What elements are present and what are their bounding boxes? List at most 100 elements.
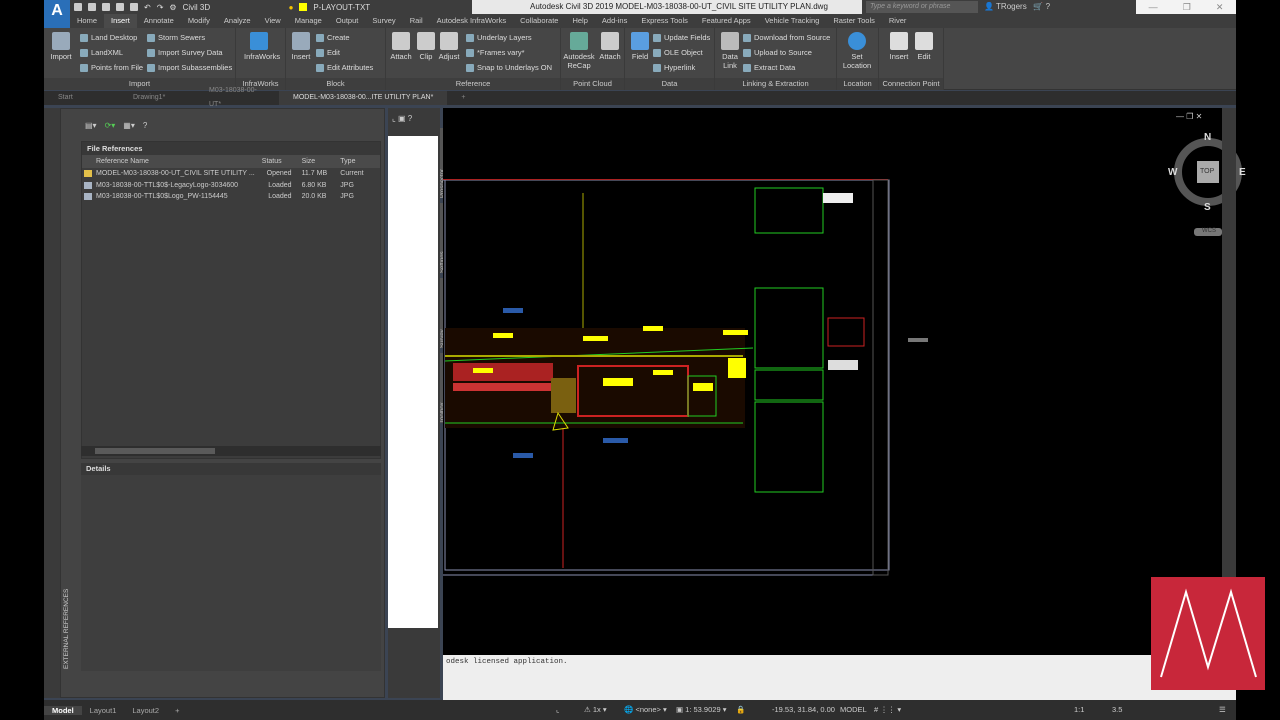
lock-icon[interactable]: 🔒 bbox=[736, 703, 745, 717]
tab-collaborate[interactable]: Collaborate bbox=[513, 14, 565, 28]
palette-titlebar[interactable] bbox=[44, 108, 60, 698]
ole-object-button[interactable]: OLE Object bbox=[653, 48, 703, 57]
tab-add-ins[interactable]: Add-ins bbox=[595, 14, 634, 28]
tab-output[interactable]: Output bbox=[329, 14, 366, 28]
compass-west[interactable]: W bbox=[1168, 167, 1177, 178]
tab-help[interactable]: Help bbox=[565, 14, 594, 28]
underlay-layers-button[interactable]: Underlay Layers bbox=[466, 33, 532, 42]
compass-south[interactable]: S bbox=[1204, 202, 1211, 213]
compass-east[interactable]: E bbox=[1239, 167, 1246, 178]
right-toolbar[interactable] bbox=[1222, 108, 1236, 655]
table-row[interactable]: M03-18038-00-TTL$0$-LegacyLogo-3034600 Lo… bbox=[82, 180, 380, 192]
viewcube-top-label[interactable]: TOP bbox=[1200, 168, 1214, 175]
col-size[interactable]: Size bbox=[296, 155, 341, 168]
help-search-input[interactable]: Type a keyword or phrase bbox=[866, 1, 978, 13]
customization-menu-icon[interactable]: ☰ bbox=[1219, 703, 1226, 717]
new-icon[interactable] bbox=[74, 3, 82, 11]
tab-survey[interactable]: Survey bbox=[365, 14, 402, 28]
attach-dwg-icon[interactable]: ▤▾ bbox=[85, 121, 97, 130]
storm-sewers-button[interactable]: Storm Sewers bbox=[147, 33, 205, 42]
add-layout-button[interactable]: + bbox=[167, 706, 187, 715]
annotation-ratio[interactable]: 1:1 bbox=[1074, 703, 1084, 717]
table-row[interactable]: MODEL-M03-18038-00-UT_CIVIL SITE UTILITY… bbox=[82, 168, 380, 180]
viewport-controls[interactable]: — ❐ ✕ bbox=[1176, 112, 1202, 121]
change-path-icon[interactable]: ▦▾ bbox=[123, 121, 135, 130]
model-space-toggle[interactable]: MODEL bbox=[840, 703, 867, 717]
refresh-icon[interactable]: ⟳▾ bbox=[105, 121, 116, 130]
tab-river[interactable]: River bbox=[882, 14, 914, 28]
tab-rail[interactable]: Rail bbox=[403, 14, 430, 28]
scrollbar-thumb[interactable] bbox=[95, 448, 215, 454]
user-account[interactable]: 👤 TRogers 🛒 ? bbox=[984, 0, 1050, 14]
hyperlink-button[interactable]: Hyperlink bbox=[653, 63, 695, 72]
layout-tab-layout2[interactable]: Layout2 bbox=[124, 706, 167, 715]
restore-icon[interactable]: ❐ bbox=[1183, 0, 1191, 14]
save-icon[interactable] bbox=[102, 3, 110, 11]
edit-connection-button[interactable]: Edit bbox=[909, 32, 939, 61]
import-subassemblies-button[interactable]: Import Subassemblies bbox=[147, 63, 232, 72]
layout-tab-model[interactable]: Model bbox=[44, 705, 82, 715]
layer-dropdown[interactable]: P-LAYOUT-TXT bbox=[313, 3, 393, 12]
cart-icon[interactable]: 🛒 bbox=[1033, 2, 1043, 11]
land-desktop-button[interactable]: Land Desktop bbox=[80, 33, 137, 42]
download-from-source-button[interactable]: Download from Source bbox=[743, 33, 830, 42]
file-tab-start[interactable]: Start bbox=[44, 91, 119, 105]
close-icon[interactable]: ✕ bbox=[1216, 0, 1224, 14]
horizontal-scrollbar[interactable] bbox=[81, 446, 381, 456]
col-type[interactable]: Type bbox=[340, 155, 380, 168]
infraworks-button[interactable]: InfraWorks bbox=[244, 32, 280, 61]
edit-attributes-button[interactable]: Edit Attributes bbox=[316, 63, 373, 72]
redo-icon[interactable]: ↷ bbox=[157, 3, 164, 12]
col-status[interactable]: Status bbox=[258, 155, 296, 168]
attach-pointcloud-button[interactable]: Attach bbox=[595, 32, 625, 61]
save-as-icon[interactable] bbox=[116, 3, 124, 11]
tab-analyze[interactable]: Analyze bbox=[217, 14, 258, 28]
import-survey-data-button[interactable]: Import Survey Data bbox=[147, 48, 223, 57]
open-icon[interactable] bbox=[88, 3, 96, 11]
tab-raster-tools[interactable]: Raster Tools bbox=[826, 14, 882, 28]
help-icon[interactable]: ? bbox=[1046, 2, 1050, 11]
landxml-button[interactable]: LandXML bbox=[80, 48, 123, 57]
print-icon[interactable] bbox=[130, 3, 138, 11]
help-icon[interactable]: ? bbox=[143, 121, 147, 130]
import-button[interactable]: Import bbox=[46, 32, 76, 61]
toolspace-toolbar[interactable]: ⌞ ▣ ? bbox=[392, 114, 412, 123]
table-row[interactable]: M03-18038-00-TTL$0$Logo_PW-1154445 Loaded… bbox=[82, 191, 380, 203]
tab-vehicle-tracking[interactable]: Vehicle Tracking bbox=[758, 14, 827, 28]
upload-to-source-button[interactable]: Upload to Source bbox=[743, 48, 812, 57]
tab-manage[interactable]: Manage bbox=[288, 14, 329, 28]
lightbulb-icon[interactable]: ● bbox=[289, 3, 294, 12]
tab-infraworks[interactable]: Autodesk InfraWorks bbox=[430, 14, 513, 28]
tab-express-tools[interactable]: Express Tools bbox=[634, 14, 695, 28]
viewport-scale[interactable]: ▣ 1: 53.9029 ▾ bbox=[676, 703, 726, 717]
grid-icon[interactable]: # ⋮⋮ ▾ bbox=[874, 703, 901, 717]
reference-panel-title[interactable]: Reference bbox=[386, 78, 560, 90]
details-header[interactable]: Details bbox=[81, 463, 381, 475]
tab-modify[interactable]: Modify bbox=[181, 14, 217, 28]
edit-block-button[interactable]: Edit bbox=[316, 48, 340, 57]
update-fields-button[interactable]: Update Fields bbox=[653, 33, 710, 42]
new-tab-button[interactable]: + bbox=[447, 91, 479, 105]
app-menu-button[interactable]: A bbox=[44, 0, 70, 28]
file-tab-drawing1[interactable]: Drawing1* bbox=[119, 91, 195, 105]
adjust-button[interactable]: Adjust bbox=[434, 32, 464, 61]
tab-home[interactable]: Home bbox=[70, 14, 104, 28]
tab-view[interactable]: View bbox=[258, 14, 288, 28]
snap-icon[interactable]: ⌞ bbox=[556, 703, 560, 717]
wcs-label[interactable]: WCS bbox=[1202, 228, 1216, 234]
layout-tab-layout1[interactable]: Layout1 bbox=[82, 706, 125, 715]
set-location-button[interactable]: Set Location bbox=[842, 32, 872, 70]
frames-dropdown[interactable]: *Frames vary* bbox=[466, 48, 525, 57]
tab-insert[interactable]: Insert bbox=[104, 14, 137, 28]
snap-underlays-dropdown[interactable]: Snap to Underlays ON bbox=[466, 63, 552, 72]
file-tab-model-utility-plan[interactable]: MODEL-M03-18038-00...ITE UTILITY PLAN* bbox=[279, 91, 448, 105]
compass-north[interactable]: N bbox=[1204, 132, 1211, 143]
insert-block-button[interactable]: Insert bbox=[286, 32, 316, 61]
annotation-scale[interactable]: ⚠ 1x ▾ bbox=[584, 703, 607, 717]
recap-button[interactable]: Autodesk ReCap bbox=[561, 32, 597, 70]
field-button[interactable]: Field bbox=[625, 32, 655, 61]
points-from-file-button[interactable]: Points from File bbox=[80, 63, 143, 72]
coordinate-system[interactable]: 🌐 <none> ▾ bbox=[624, 703, 667, 717]
col-reference-name[interactable]: Reference Name bbox=[82, 155, 258, 168]
command-line[interactable]: odesk licensed application. bbox=[443, 655, 1236, 700]
